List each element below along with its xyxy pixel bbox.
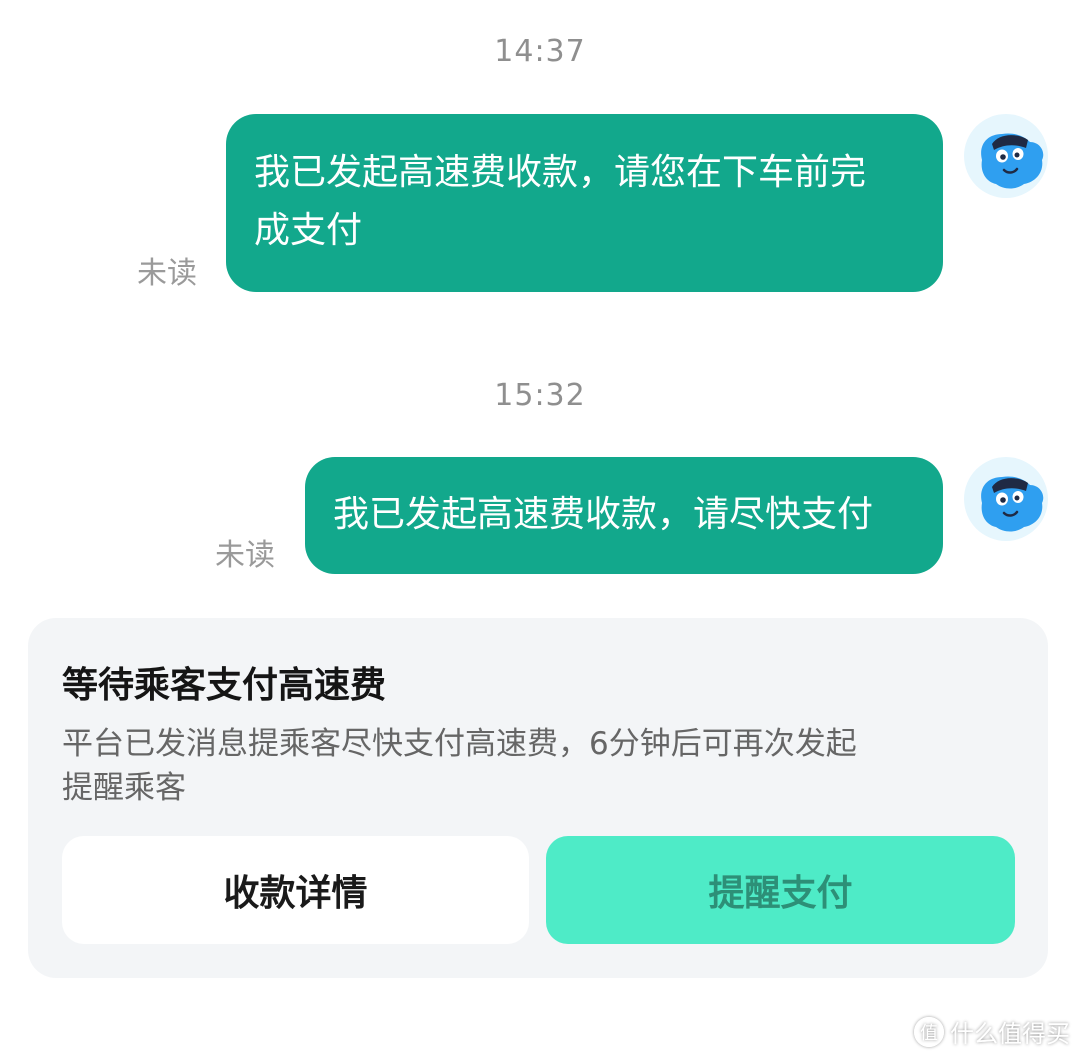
message-text-line: 我已发起高速费收款，请您在下车前完 (254, 152, 867, 193)
driver-avatar-icon[interactable] (964, 114, 1048, 198)
message-bubble[interactable]: 我已发起高速费收款，请您在下车前完 成支付 (226, 114, 943, 292)
unread-status: 未读 (215, 538, 275, 573)
watermark-badge-icon: 值 (914, 1016, 944, 1047)
unread-status: 未读 (137, 256, 197, 291)
card-description-line: 提醒乘客 (62, 770, 186, 806)
card-description: 平台已发消息提乘客尽快支付高速费，6分钟后可再次发起 提醒乘客 (62, 722, 1002, 810)
payment-details-button[interactable]: 收款详情 (62, 836, 529, 944)
timestamp-1532: 15:32 (494, 378, 586, 413)
watermark: 值 什么值得买 (914, 1014, 1070, 1049)
message-bubble[interactable]: 我已发起高速费收款，请尽快支付 (305, 457, 943, 574)
timestamp-1437: 14:37 (494, 34, 586, 69)
message-text-line: 成支付 (254, 210, 363, 251)
card-description-line: 平台已发消息提乘客尽快支付高速费，6分钟后可再次发起 (62, 726, 857, 762)
toll-payment-card: 等待乘客支付高速费 平台已发消息提乘客尽快支付高速费，6分钟后可再次发起 提醒乘… (28, 618, 1048, 978)
driver-avatar-icon[interactable] (964, 457, 1048, 541)
card-title: 等待乘客支付高速费 (62, 665, 387, 706)
message-text-line: 我已发起高速费收款，请尽快支付 (333, 494, 874, 535)
watermark-text: 什么值得买 (950, 1020, 1070, 1048)
remind-payment-button[interactable]: 提醒支付 (546, 836, 1015, 944)
